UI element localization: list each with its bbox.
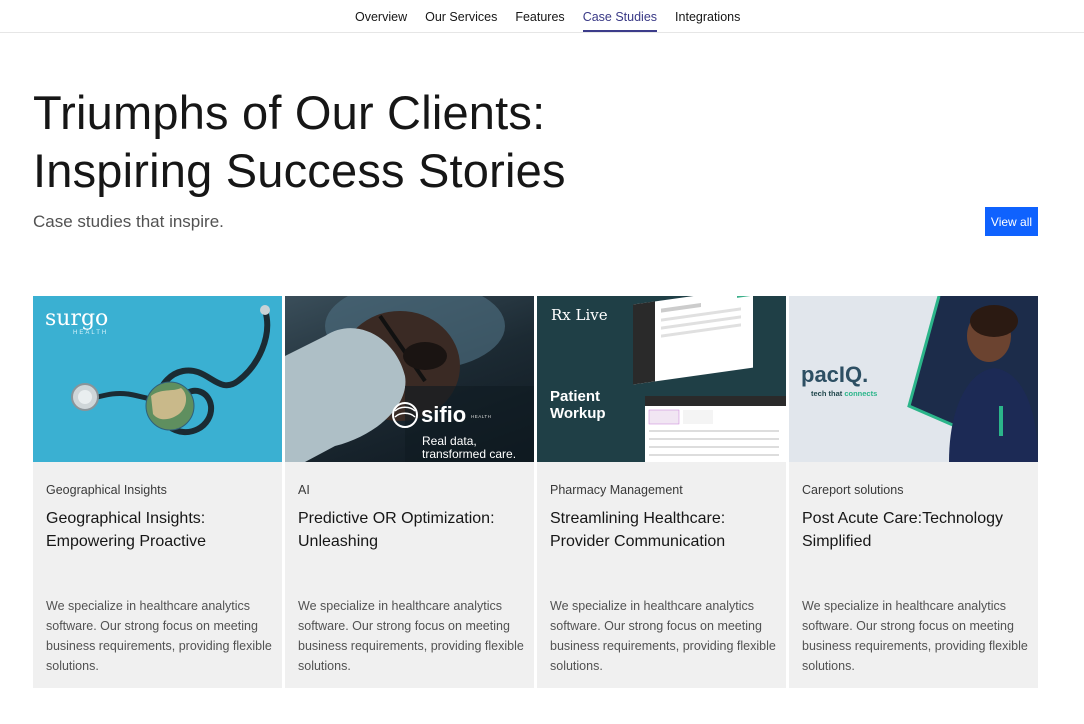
nav-overview[interactable]: Overview [346, 0, 416, 33]
rxlive-logo: Rx Live [551, 306, 608, 324]
surgo-logo-sub: HEALTH [73, 330, 109, 336]
case-study-card-pharmacy-management[interactable]: Rx Live Patient Workup Pharmacy Manageme… [537, 296, 786, 688]
card-description: We specialize in healthcare analytics so… [46, 599, 272, 673]
page-title-line-2: Inspiring Success Stories [33, 144, 566, 197]
sifio-tagline: Real data, transformed care. [422, 434, 517, 461]
case-study-card-careport[interactable]: pacIQ. tech that connects Careport solut… [789, 296, 1038, 688]
card-title: Predictive OR Optimization: Unleashing [298, 510, 495, 550]
card-title: Streamlining Healthcare: Provider Commun… [550, 510, 726, 550]
paciq-logo: pacIQ. [801, 362, 869, 387]
nav-features[interactable]: Features [506, 0, 573, 33]
card-tag: Pharmacy Management [550, 483, 683, 497]
card-title: Post Acute Care:Technology Simplified [802, 510, 1004, 550]
top-nav: Overview Our Services Features Case Stud… [0, 0, 1084, 33]
card-description: We specialize in healthcare analytics so… [802, 599, 1028, 673]
card-description: We specialize in healthcare analytics so… [298, 599, 524, 673]
nav-case-studies[interactable]: Case Studies [574, 0, 666, 33]
card-image-surgo: surgo HEALTH [33, 296, 282, 462]
case-study-card-geographical-insights[interactable]: surgo HEALTH Geographical Insights Geogr… [33, 296, 282, 688]
patient-workup-heading: Patient Workup [550, 388, 606, 422]
card-image-rxlive: Rx Live Patient Workup [537, 296, 786, 462]
card-image-paciq: pacIQ. tech that connects [789, 296, 1038, 462]
paciq-tagline-accent: connects [844, 389, 878, 398]
case-study-card-ai[interactable]: sifio HEALTH Real data, transformed care… [285, 296, 534, 688]
case-study-cards: surgo HEALTH Geographical Insights Geogr… [33, 296, 1038, 688]
page-title: Triumphs of Our Clients: Inspiring Succe… [33, 84, 566, 200]
card-title: Geographical Insights: Empowering Proact… [46, 510, 207, 550]
sifio-logo: sifio [421, 402, 467, 427]
card-tag: Geographical Insights [46, 483, 167, 497]
card-description: We specialize in healthcare analytics so… [550, 599, 776, 673]
page-subtitle: Case studies that inspire. [33, 212, 224, 231]
paciq-tagline-prefix: tech that [811, 389, 845, 398]
surgo-logo: surgo [45, 306, 109, 331]
view-all-button[interactable]: View all [985, 207, 1038, 236]
nav-integrations[interactable]: Integrations [666, 0, 749, 33]
paciq-tagline: tech that connects [811, 389, 877, 398]
card-image-sifio: sifio HEALTH Real data, transformed care… [285, 296, 534, 462]
page-title-line-1: Triumphs of Our Clients: [33, 86, 546, 139]
nav-our-services[interactable]: Our Services [416, 0, 506, 33]
sifio-logo-sub: HEALTH [471, 414, 492, 419]
card-tag: Careport solutions [802, 483, 904, 497]
card-tag: AI [298, 483, 310, 497]
top-nav-items: Overview Our Services Features Case Stud… [346, 0, 749, 33]
